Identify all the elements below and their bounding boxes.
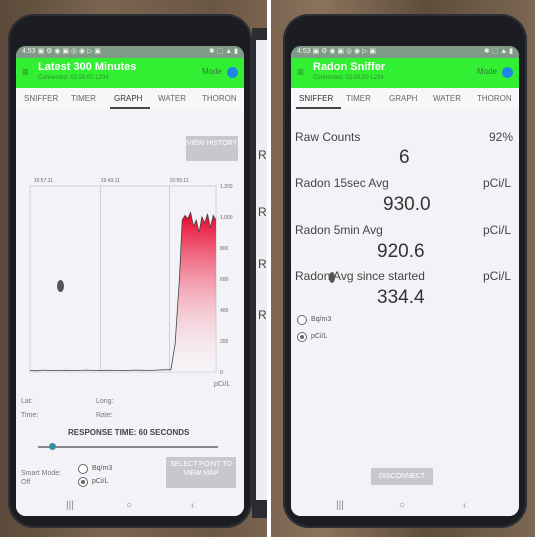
radon-graph: 15:57:11 16:43:11 15:55:11 0 200 400 600 800 1,0…: [29, 178, 233, 376]
app-title: Latest 300 Minutes: [38, 61, 137, 73]
tab-timer[interactable]: TIMER: [346, 94, 371, 103]
smart-mode-label: Smart Mode:: [21, 470, 62, 477]
unit-label-bq: Bq/m3: [311, 316, 332, 323]
app-bar: ≡ Latest 300 Minutes Connected: 02:50:00…: [16, 58, 244, 88]
radon-5min-unit: pCi/L: [483, 223, 512, 237]
disconnect-button[interactable]: DISCONNECT: [371, 468, 433, 485]
right-phone: 4:53 ▣ ⚙ ◉ ▣ ◎ ◉ ▷ ▣ ✱ ⬚ ▲ ▮ ≡ Radon Sni…: [283, 14, 527, 528]
radon-since-value: 334.4: [377, 287, 425, 308]
tab-bar: SNIFFER TIMER GRAPH WATER THORON: [16, 88, 244, 110]
menu-icon[interactable]: ≡: [22, 65, 29, 79]
tab-sniffer[interactable]: SNIFFER: [299, 94, 333, 103]
chart-area: [30, 212, 216, 372]
app-subtitle: Connected: 02:50:00 L234: [38, 75, 109, 81]
x-tick-label: 15:57:11: [34, 178, 53, 184]
x-tick-label: 15:55:11: [170, 178, 189, 184]
tab-thoron[interactable]: THORON: [202, 94, 237, 103]
unit-label-bq: Bq/m3: [92, 465, 113, 472]
radon-15sec-label: Radon 15sec Avg: [295, 176, 389, 190]
lat-label: Lat:: [21, 398, 33, 405]
back-icon[interactable]: ‹: [463, 500, 466, 511]
radon-since-label: Radon Avg since started: [295, 269, 425, 283]
nav-bar: ||| ○ ‹: [16, 496, 244, 516]
long-label: Long:: [96, 398, 114, 405]
raw-counts-label: Raw Counts: [295, 130, 361, 144]
y-tick-label: 800: [220, 246, 229, 252]
status-icons: ▣ ⚙ ◉ ▣ ◎ ◉ ▷ ▣: [37, 48, 102, 55]
app-subtitle: Connected: 02:50:00 L234: [313, 75, 384, 81]
left-phone: 4:53 ▣ ⚙ ◉ ▣ ◎ ◉ ▷ ▣ ✱ ⬚ ▲ ▮ ≡ Latest 30…: [8, 14, 252, 528]
recents-icon[interactable]: |||: [336, 500, 344, 511]
unit-radio-pci[interactable]: [78, 477, 88, 487]
unit-radio-pci[interactable]: [297, 332, 307, 342]
y-tick-label: 1,000: [220, 215, 233, 221]
right-screen: 4:53 ▣ ⚙ ◉ ▣ ◎ ◉ ▷ ▣ ✱ ⬚ ▲ ▮ ≡ Radon Sni…: [291, 46, 519, 516]
tab-graph[interactable]: GRAPH: [114, 94, 142, 103]
unit-radio-bq[interactable]: [78, 464, 88, 474]
radon-5min-label: Radon 5min Avg: [295, 223, 383, 237]
time-label: Time:: [21, 412, 39, 419]
chart-unit: pCi/L: [214, 381, 231, 388]
home-icon[interactable]: ○: [399, 500, 405, 511]
home-icon[interactable]: ○: [126, 500, 132, 511]
app-title: Radon Sniffer: [313, 61, 386, 73]
response-slider-thumb[interactable]: [49, 443, 57, 450]
mode-label: Mode: [476, 67, 497, 76]
battery-percent: 92%: [489, 130, 514, 144]
middle-letter-3: R: [258, 257, 267, 271]
tab-sniffer[interactable]: SNIFFER: [24, 94, 58, 103]
view-history-button[interactable]: VIEW HISTORY: [186, 136, 238, 161]
status-time: 4:53: [297, 48, 311, 55]
camera-glare-blob: [329, 272, 335, 283]
response-slider-track[interactable]: [38, 446, 218, 448]
unit-label-pci: pCi/L: [311, 333, 328, 340]
radon-5min-value: 920.6: [377, 241, 425, 262]
radon-15sec-value: 930.0: [383, 194, 431, 215]
tab-thoron[interactable]: THORON: [477, 94, 512, 103]
y-tick-label: 200: [220, 339, 229, 345]
status-icons: ▣ ⚙ ◉ ▣ ◎ ◉ ▷ ▣: [312, 48, 377, 55]
rate-label: Rate:: [96, 412, 113, 419]
tab-water[interactable]: WATER: [433, 94, 461, 103]
unit-label-pci: pCi/L: [92, 478, 109, 485]
response-time-label: RESPONSE TIME: 60 SECONDS: [68, 428, 190, 437]
unit-radio-bq[interactable]: [297, 315, 307, 325]
tab-underline: [110, 107, 150, 109]
back-icon[interactable]: ‹: [191, 500, 194, 511]
tab-timer[interactable]: TIMER: [71, 94, 96, 103]
select-point-button[interactable]: SELECT POINT TO VIEW MAP: [166, 457, 236, 488]
nav-bar: ||| ○ ‹: [291, 496, 519, 516]
tab-graph[interactable]: GRAPH: [389, 94, 417, 103]
smart-mode-state: Off: [21, 479, 31, 486]
raw-counts-value: 6: [399, 147, 410, 168]
mode-toggle[interactable]: [502, 67, 513, 78]
tab-water[interactable]: WATER: [158, 94, 186, 103]
y-tick-label: 1,200: [220, 184, 233, 190]
status-right-icons: ✱ ⬚ ▲ ▮: [208, 48, 238, 55]
left-screen: 4:53 ▣ ⚙ ◉ ▣ ◎ ◉ ▷ ▣ ✱ ⬚ ▲ ▮ ≡ Latest 30…: [16, 46, 244, 516]
y-tick-label: 600: [220, 277, 229, 283]
app-bar: ≡ Radon Sniffer Connected: 02:50:00 L234…: [291, 58, 519, 88]
y-tick-label: 0: [220, 370, 223, 376]
middle-letter-4: R: [258, 308, 267, 322]
radon-since-unit: pCi/L: [483, 269, 512, 283]
status-bar: 4:53 ▣ ⚙ ◉ ▣ ◎ ◉ ▷ ▣ ✱ ⬚ ▲ ▮: [291, 46, 519, 58]
mode-toggle[interactable]: [227, 67, 238, 78]
status-time: 4:53: [22, 48, 36, 55]
camera-glare-blob: [57, 280, 64, 292]
middle-letter-2: R: [258, 205, 267, 219]
tab-bar: SNIFFER TIMER GRAPH WATER THORON: [291, 88, 519, 110]
middle-letter-1: R: [258, 148, 267, 162]
radon-15sec-unit: pCi/L: [483, 176, 512, 190]
recents-icon[interactable]: |||: [66, 500, 74, 511]
status-right-icons: ✱ ⬚ ▲ ▮: [483, 48, 513, 55]
x-tick-label: 16:43:11: [101, 178, 120, 184]
menu-icon[interactable]: ≡: [297, 65, 304, 79]
image-divider: [267, 0, 271, 537]
y-tick-label: 400: [220, 308, 229, 314]
status-bar: 4:53 ▣ ⚙ ◉ ▣ ◎ ◉ ▷ ▣ ✱ ⬚ ▲ ▮: [16, 46, 244, 58]
tab-underline: [296, 107, 341, 109]
mode-label: Mode: [201, 67, 222, 76]
